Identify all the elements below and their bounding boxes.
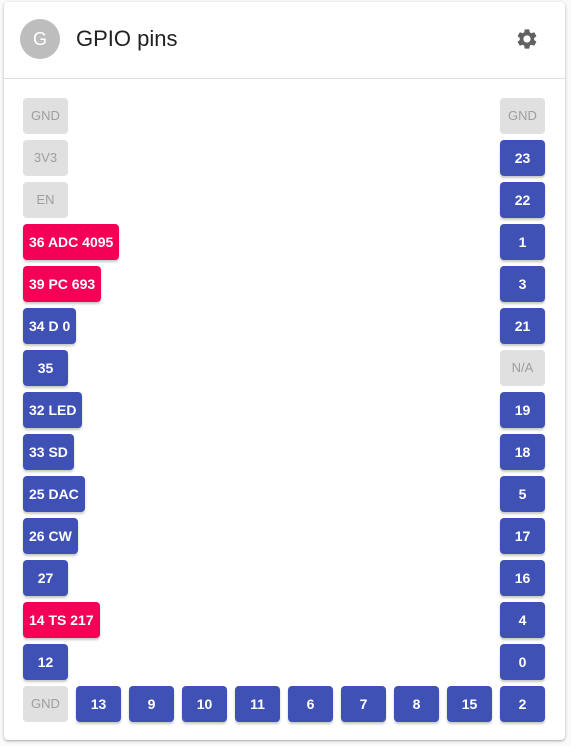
pin-14-ts-217[interactable]: 14 TS 217	[23, 602, 100, 638]
settings-button[interactable]	[504, 16, 550, 62]
pin-gnd: GND	[500, 98, 545, 134]
pin-35[interactable]: 35	[23, 350, 68, 386]
pin-32-led[interactable]: 32 LED	[23, 392, 83, 428]
pin-27[interactable]: 27	[23, 560, 68, 596]
pin-3[interactable]: 3	[500, 266, 545, 302]
pin-36-adc-4095[interactable]: 36 ADC 4095	[23, 224, 120, 260]
pin-23[interactable]: 23	[500, 140, 545, 176]
pin-17[interactable]: 17	[500, 518, 545, 554]
gpio-card: G GPIO pins GND 3V3 EN 36 ADC 4095 39 PC 693…	[4, 2, 565, 740]
pin-5[interactable]: 5	[500, 476, 545, 512]
gear-icon	[517, 29, 537, 49]
pin-3v3: 3V3	[23, 140, 68, 176]
pin-22[interactable]: 22	[500, 182, 545, 218]
card-header: G GPIO pins	[4, 2, 565, 79]
pin-15[interactable]: 15	[447, 686, 492, 722]
pin-12[interactable]: 12	[23, 644, 68, 680]
avatar: G	[20, 19, 60, 59]
pin-8[interactable]: 8	[394, 686, 439, 722]
pin-19[interactable]: 19	[500, 392, 545, 428]
pin-10[interactable]: 10	[182, 686, 227, 722]
pin-33-sd[interactable]: 33 SD	[23, 434, 74, 470]
pin-11[interactable]: 11	[235, 686, 280, 722]
pin-34-d-0[interactable]: 34 D 0	[23, 308, 77, 344]
pin-gnd: GND	[23, 686, 68, 722]
pin-2[interactable]: 2	[500, 686, 545, 722]
pin-n-a: N/A	[500, 350, 545, 386]
pin-4[interactable]: 4	[500, 602, 545, 638]
page-title: GPIO pins	[76, 26, 178, 51]
pin-39-pc-693[interactable]: 39 PC 693	[23, 266, 102, 302]
pin-9[interactable]: 9	[129, 686, 174, 722]
pin-26-cw[interactable]: 26 CW	[23, 518, 78, 554]
pin-25-dac[interactable]: 25 DAC	[23, 476, 85, 512]
pin-0[interactable]: 0	[500, 644, 545, 680]
pin-1[interactable]: 1	[500, 224, 545, 260]
pin-16[interactable]: 16	[500, 560, 545, 596]
pin-18[interactable]: 18	[500, 434, 545, 470]
pin-21[interactable]: 21	[500, 308, 545, 344]
pin-7[interactable]: 7	[341, 686, 386, 722]
pin-gnd: GND	[23, 98, 68, 134]
pin-6[interactable]: 6	[288, 686, 333, 722]
pin-en: EN	[23, 182, 68, 218]
pin-13[interactable]: 13	[76, 686, 121, 722]
